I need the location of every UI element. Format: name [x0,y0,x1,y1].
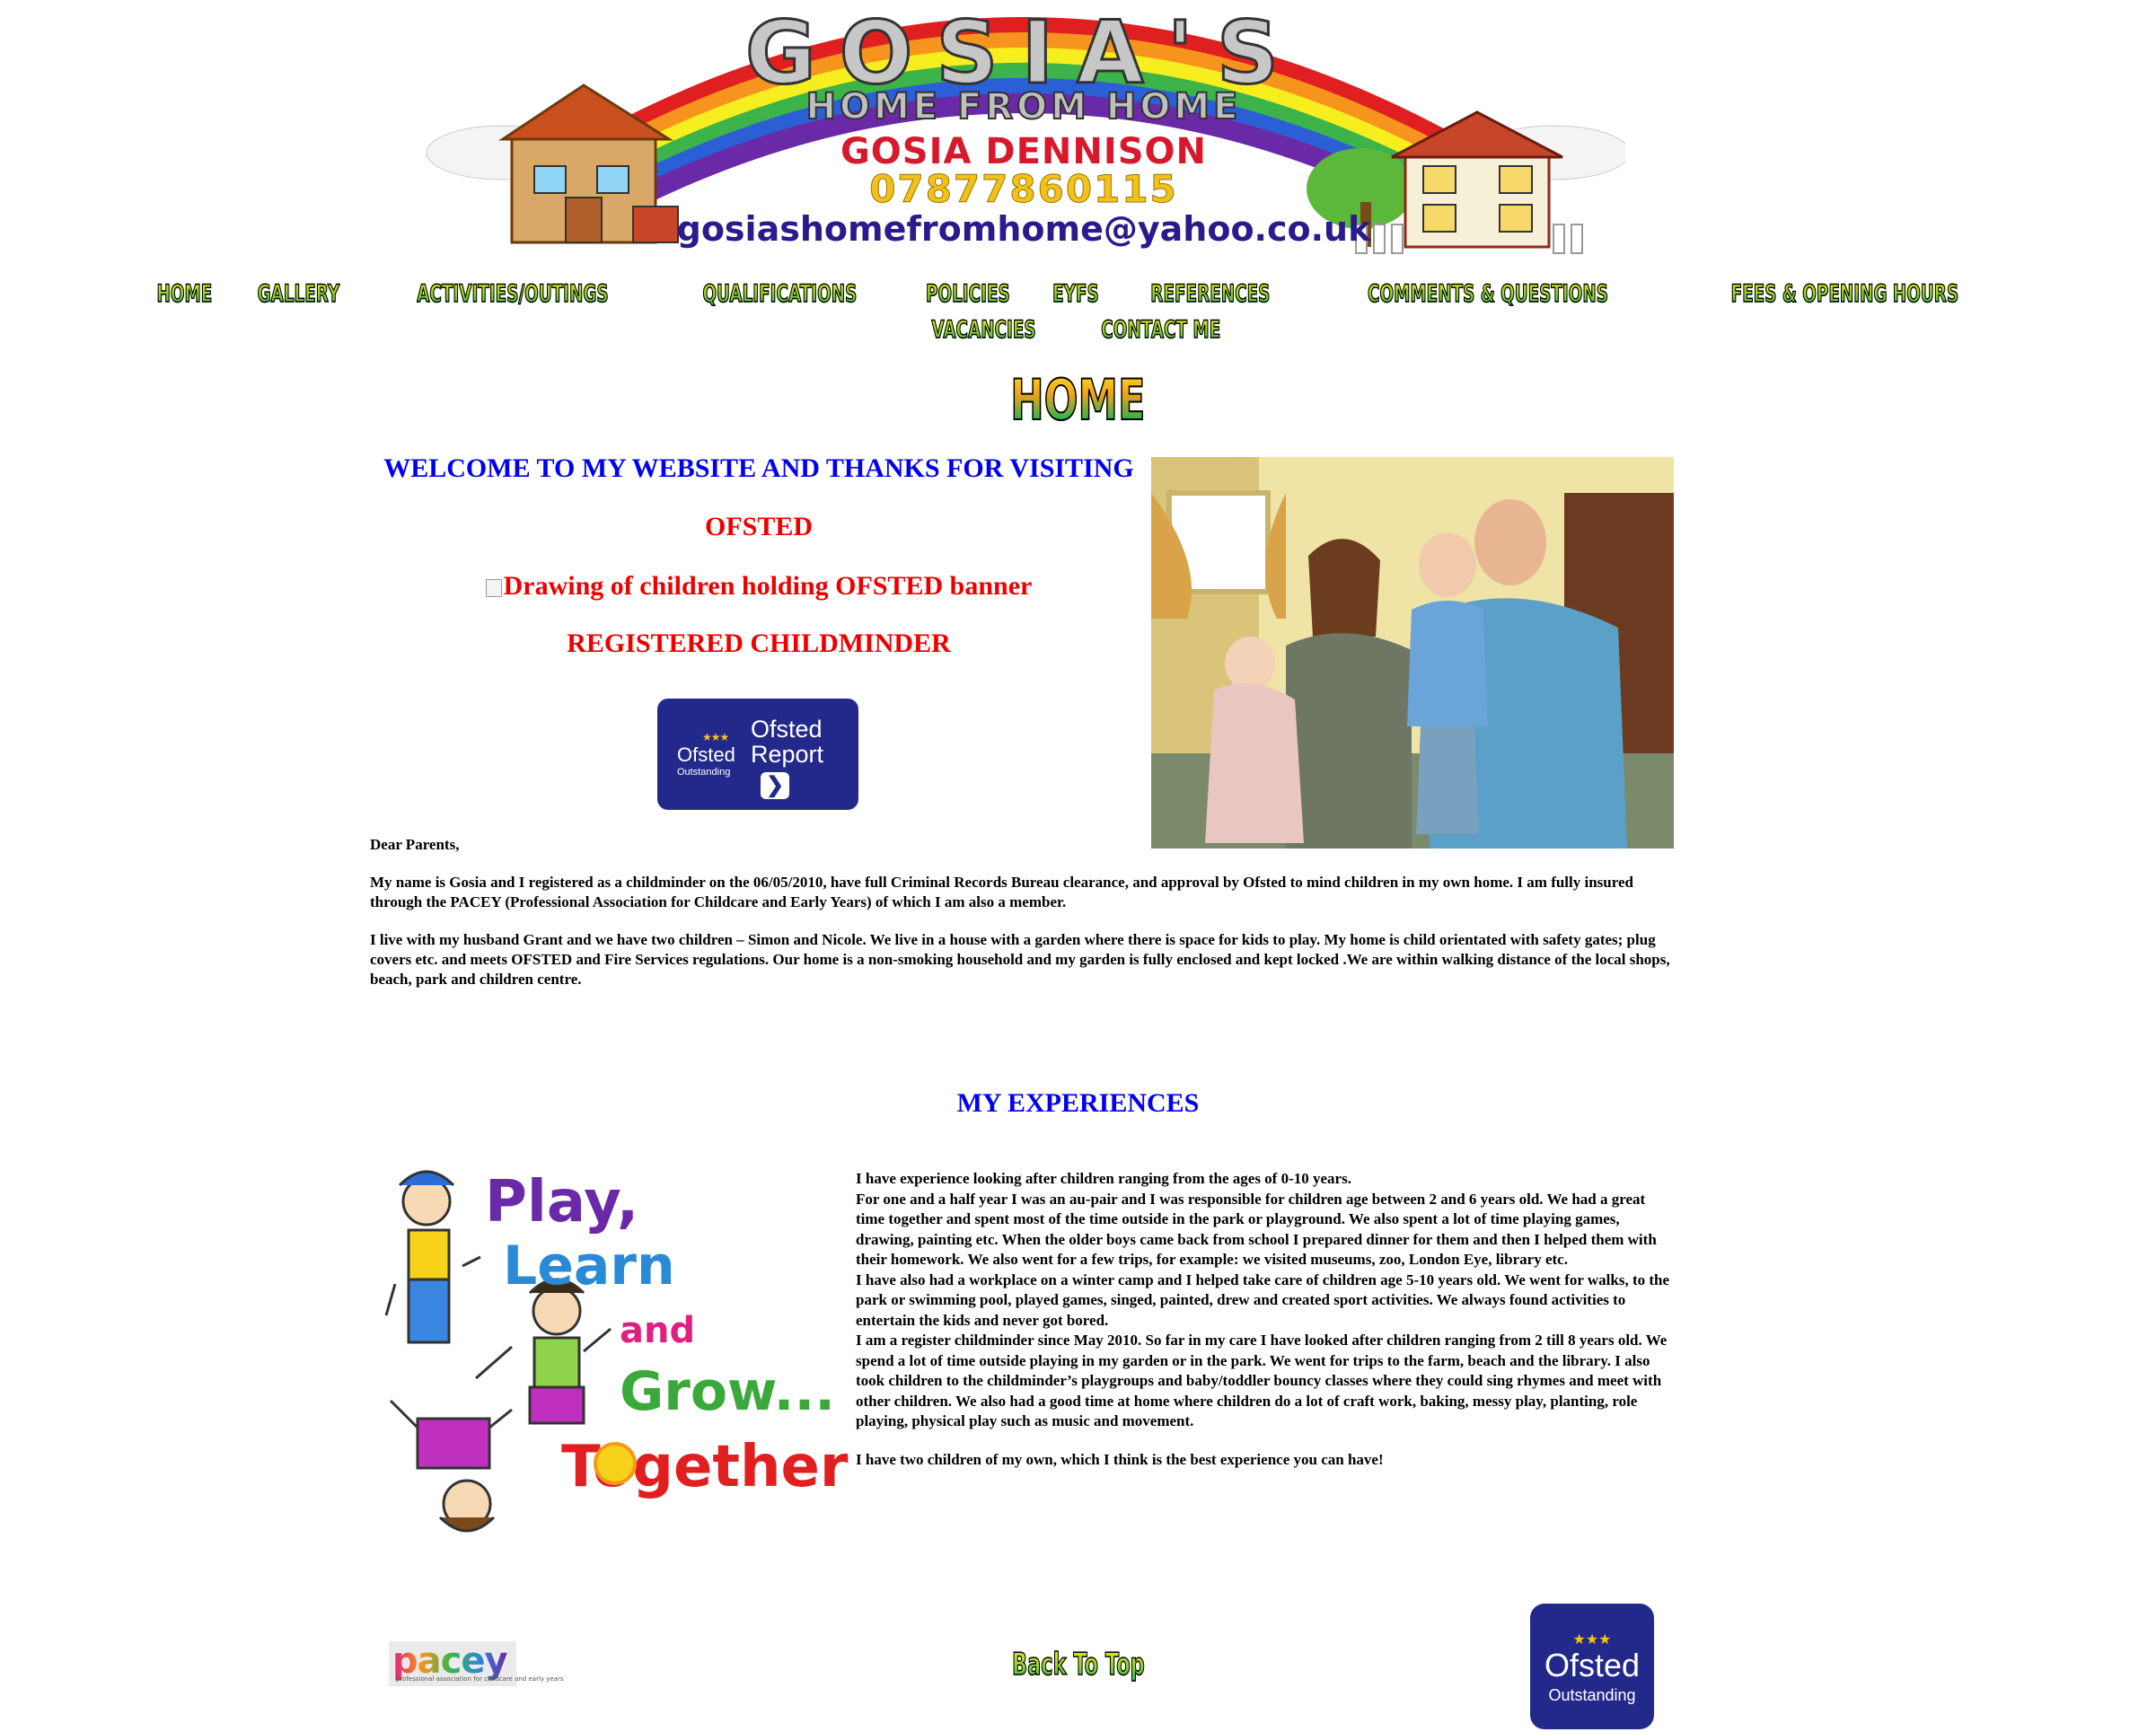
ofsted-heading: OFSTED [704,512,814,541]
nav-activities-outings[interactable]: ACTIVITIES/OUTINGS [417,278,609,311]
banner-subtitle: HOME FROM HOME [805,86,1241,127]
ofsted-stars-icon: ★★★ [1572,1632,1612,1648]
nav-comments-questions[interactable]: COMMENTS & QUESTIONS [1367,278,1608,311]
ofsted-stars-icon: ★★★ [702,731,729,743]
nav-home[interactable]: HOME [156,278,213,311]
page-title: HOME [1010,366,1147,434]
word-grow: Grow... [620,1360,835,1423]
nav-eyfs[interactable]: EYFS [1052,278,1100,311]
ofsted-report-label: Ofsted Report [751,716,824,768]
nav-fees-opening-hours[interactable]: FEES & OPENING HOURS [1730,278,1959,311]
banner-phone: 07877860115 [869,167,1177,211]
ofsted-grade-text: Outstanding [677,767,731,778]
main-nav: HOME GALLERY ACTIVITIES/OUTINGS QUALIFIC… [0,278,2156,311]
intro-paragraph-2: I live with my husband Grant and we have… [370,931,1670,988]
intro-paragraph-1: My name is Gosia and I registered as a c… [370,874,1633,910]
ofsted-outstanding-badge[interactable]: ★★★ Ofsted Outstanding [1530,1604,1654,1729]
experiences-heading: MY EXPERIENCES [956,1088,1200,1118]
experience-line-3: I have also had a workplace on a winter … [856,1270,1670,1329]
chevron-right-icon: ❯ [761,772,789,799]
nav-references[interactable]: REFERENCES [1150,278,1271,311]
word-learn: Learn [503,1235,675,1297]
nav-vacancies[interactable]: VACANCIES [931,314,1036,347]
nav-contact-me[interactable]: CONTACT ME [1101,314,1221,347]
ofsted-banner-image: Drawing of children holding OFSTED banne… [368,571,1149,602]
back-to-top-row: Back To Top [0,1645,2156,1684]
experiences-text: I have experience looking after children… [856,1169,1673,1470]
ofsted-banner-alt-text: Drawing of children holding OFSTED banne… [503,571,1033,601]
play-learn-grow-image: Play, Learn and Grow... Together! [368,1158,853,1571]
nav-gallery[interactable]: GALLERY [257,278,340,311]
main-nav-row-2: VACANCIES CONTACT ME [0,314,2156,347]
registered-childminder-heading: REGISTERED CHILDMINDER [567,629,951,658]
ofsted-logo-text: Ofsted [677,743,735,766]
site-banner: GOSIA'S HOME FROM HOME GOSIA DENNISON 07… [426,2,1625,254]
welcome-heading: WELCOME TO MY WEBSITE AND THANKS FOR VIS… [383,453,1134,483]
nav-qualifications[interactable]: QUALIFICATIONS [702,278,858,311]
experience-line-1: I have experience looking after children… [856,1170,1351,1187]
ofsted-badge-logo: Ofsted [1544,1647,1641,1684]
word-play: Play, [485,1169,638,1235]
ofsted-report-button[interactable]: ★★★ Ofsted Outstanding Ofsted Report ❯ [657,699,858,810]
experience-line-2: For one and a half year I was an au-pair… [856,1190,1657,1269]
experience-line-4: I am a register childminder since May 20… [856,1332,1668,1429]
back-to-top-link[interactable]: Back To Top [1011,1645,1145,1684]
nav-policies[interactable]: POLICIES [925,278,1010,311]
ofsted-badge-grade: Outstanding [1548,1686,1636,1704]
banner-email: gosiashomefromhome@yahoo.co.uk [677,209,1371,249]
experience-closing: I have two children of my own, which I t… [856,1450,1384,1468]
broken-image-icon [485,579,502,598]
sun-icon [594,1442,637,1485]
greeting-text: Dear Parents, [370,836,460,853]
word-and: and [620,1310,695,1351]
family-photo [1151,457,1674,848]
